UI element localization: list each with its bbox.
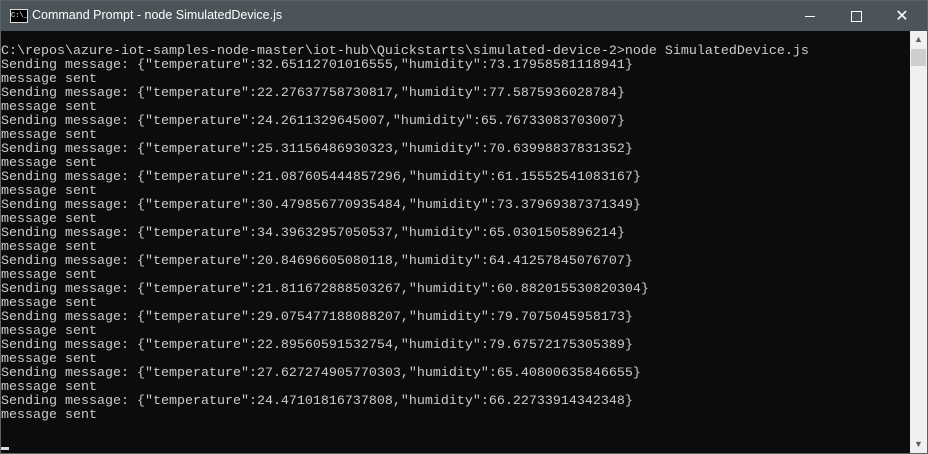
- message-sent-line: message sent: [1, 268, 97, 283]
- sending-message-line: Sending message: {"temperature":32.65112…: [1, 58, 633, 73]
- message-sent-line: message sent: [1, 352, 97, 367]
- cmd-app-icon[interactable]: C:\_: [10, 9, 28, 23]
- sending-message-line: Sending message: {"temperature":27.62727…: [1, 366, 641, 381]
- sending-message-line: Sending message: {"temperature":30.47985…: [1, 198, 641, 213]
- scroll-down-arrow-icon[interactable]: ▼: [910, 436, 927, 453]
- sending-message-line: Sending message: {"temperature":22.89560…: [1, 338, 633, 353]
- sending-message-line: Sending message: {"temperature":24.26113…: [1, 114, 625, 129]
- message-sent-line: message sent: [1, 184, 97, 199]
- scrollbar-thumb[interactable]: [911, 49, 926, 66]
- maximize-icon: [850, 10, 862, 22]
- sending-message-line: Sending message: {"temperature":21.08760…: [1, 170, 641, 185]
- scroll-up-arrow-icon[interactable]: ▲: [910, 31, 927, 48]
- message-sent-line: message sent: [1, 212, 97, 227]
- message-sent-line: message sent: [1, 72, 97, 87]
- vertical-scrollbar[interactable]: ▲ ▼: [910, 31, 927, 453]
- message-sent-line: message sent: [1, 324, 97, 339]
- minimize-icon: [805, 15, 815, 17]
- sending-message-line: Sending message: {"temperature":34.39632…: [1, 226, 625, 241]
- console-output[interactable]: C:\repos\azure-iot-samples-node-master\i…: [1, 45, 909, 451]
- message-sent-line: message sent: [1, 408, 97, 423]
- close-icon: ✕: [895, 8, 909, 25]
- prompt-line: C:\repos\azure-iot-samples-node-master\i…: [1, 44, 809, 59]
- message-sent-line: message sent: [1, 380, 97, 395]
- sending-message-line: Sending message: {"temperature":21.81167…: [1, 282, 649, 297]
- text-cursor: [1, 447, 9, 450]
- window-title: Command Prompt - node SimulatedDevice.js: [32, 8, 283, 22]
- message-sent-line: message sent: [1, 296, 97, 311]
- sending-message-line: Sending message: {"temperature":29.07547…: [1, 310, 633, 325]
- cursor-line: [1, 437, 909, 451]
- title-bar[interactable]: C:\_ Command Prompt - node SimulatedDevi…: [1, 1, 927, 31]
- sending-message-line: Sending message: {"temperature":20.84696…: [1, 254, 633, 269]
- close-button[interactable]: ✕: [879, 1, 925, 31]
- sending-message-line: Sending message: {"temperature":22.27637…: [1, 86, 625, 101]
- sending-message-line: Sending message: {"temperature":25.31156…: [1, 142, 633, 157]
- maximize-button[interactable]: [833, 1, 879, 31]
- message-sent-line: message sent: [1, 128, 97, 143]
- sending-message-line: Sending message: {"temperature":24.47101…: [1, 394, 633, 409]
- minimize-button[interactable]: [787, 1, 833, 31]
- message-sent-line: message sent: [1, 240, 97, 255]
- command-prompt-window: C:\_ Command Prompt - node SimulatedDevi…: [0, 0, 928, 454]
- message-sent-line: message sent: [1, 156, 97, 171]
- message-sent-line: message sent: [1, 100, 97, 115]
